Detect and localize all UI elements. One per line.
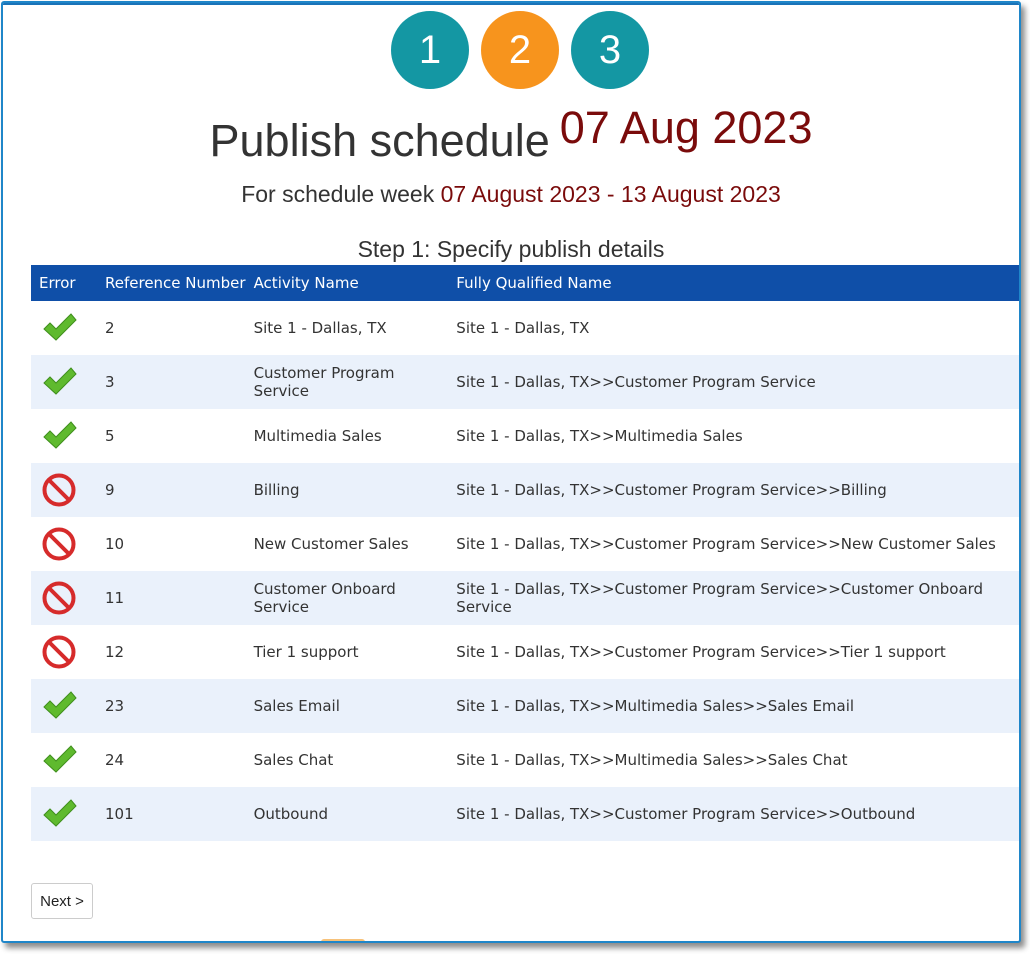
week-range: 07 August 2023 - 13 August 2023 — [440, 181, 781, 207]
check-icon — [41, 688, 97, 724]
no-entry-icon — [41, 526, 97, 562]
scroll-indicator — [321, 939, 365, 941]
activity-name-cell: Multimedia Sales — [253, 427, 382, 445]
table-row[interactable]: 11 Customer Onboard Service Site 1 - Dalla… — [31, 571, 1019, 625]
activity-name-cell: Sales Email — [253, 697, 340, 715]
table-row[interactable]: 5 Multimedia Sales Site 1 - Dallas, TX>>Mu… — [31, 409, 1019, 463]
activity-name-cell: Billing — [253, 481, 300, 499]
check-icon — [41, 364, 97, 400]
table-row[interactable]: 101 Outbound Site 1 - Dallas, TX>>Customer… — [31, 787, 1019, 841]
step-3-circle[interactable]: 3 — [571, 11, 649, 89]
column-header-reference-number[interactable]: Reference Number — [97, 265, 246, 301]
window-top-border — [3, 3, 1019, 5]
check-icon — [41, 742, 97, 778]
activity-name-cell: Sales Chat — [253, 751, 334, 769]
next-button[interactable]: Next > — [31, 883, 93, 919]
reference-number-cell: 10 — [105, 535, 125, 553]
activity-name-cell: Site 1 - Dallas, TX — [253, 319, 387, 337]
reference-number-cell: 12 — [105, 643, 125, 661]
step-indicator: 1 2 3 — [3, 11, 1019, 91]
table-row[interactable]: 9 Billing Site 1 - Dallas, TX>>Customer Pr… — [31, 463, 1019, 517]
publish-details-table: Error Reference Number Activity Name Ful… — [31, 265, 1019, 841]
fully-qualified-name-cell: Site 1 - Dallas, TX>>Multimedia Sales — [456, 427, 743, 445]
check-icon — [41, 418, 97, 454]
column-header-fully-qualified-name[interactable]: Fully Qualified Name — [448, 265, 1019, 301]
fully-qualified-name-cell: Site 1 - Dallas, TX — [456, 319, 590, 337]
activity-name-cell: Outbound — [253, 805, 328, 823]
error-status-cell — [31, 517, 97, 571]
reference-number-cell: 5 — [105, 427, 115, 445]
table-row[interactable]: 12 Tier 1 support Site 1 - Dallas, TX>>Cus… — [31, 625, 1019, 679]
reference-number-cell: 24 — [105, 751, 125, 769]
wizard-window: 1 2 3 Publish schedule 07 Aug 2023 For sc… — [1, 1, 1021, 943]
no-entry-icon — [41, 634, 97, 670]
week-prefix: For schedule week — [241, 181, 435, 207]
fully-qualified-name-cell: Site 1 - Dallas, TX>>Customer Program Se… — [456, 373, 816, 391]
reference-number-cell: 2 — [105, 319, 115, 337]
fully-qualified-name-cell: Site 1 - Dallas, TX>>Multimedia Sales>>S… — [456, 751, 848, 769]
error-status-cell — [31, 409, 97, 463]
step-1-circle[interactable]: 1 — [391, 11, 469, 89]
table-header-row: Error Reference Number Activity Name Ful… — [31, 265, 1019, 301]
publish-date: 07 Aug 2023 — [559, 102, 813, 153]
fully-qualified-name-cell: Site 1 - Dallas, TX>>Customer Program Se… — [456, 481, 887, 499]
error-status-cell — [31, 679, 97, 733]
fully-qualified-name-cell: Site 1 - Dallas, TX>>Customer Program Se… — [456, 805, 916, 823]
error-status-cell — [31, 301, 97, 355]
error-status-cell — [31, 571, 97, 625]
check-icon — [41, 310, 97, 346]
reference-number-cell: 3 — [105, 373, 115, 391]
fully-qualified-name-cell: Site 1 - Dallas, TX>>Customer Program Se… — [456, 535, 996, 553]
table-row[interactable]: 24 Sales Chat Site 1 - Dallas, TX>>Multime… — [31, 733, 1019, 787]
step-2-circle[interactable]: 2 — [481, 11, 559, 89]
fully-qualified-name-cell: Site 1 - Dallas, TX>>Multimedia Sales>>S… — [456, 697, 855, 715]
table-row[interactable]: 2 Site 1 - Dallas, TX Site 1 - Dallas, TX — [31, 301, 1019, 355]
fully-qualified-name-cell: Site 1 - Dallas, TX>>Customer Program Se… — [456, 580, 984, 616]
activity-name-cell: New Customer Sales — [253, 535, 409, 553]
no-entry-icon — [41, 472, 97, 508]
reference-number-cell: 9 — [105, 481, 115, 499]
column-header-error[interactable]: Error — [31, 265, 97, 301]
reference-number-cell: 23 — [105, 697, 125, 715]
activity-name-cell: Customer Program Service — [253, 364, 395, 400]
error-status-cell — [31, 625, 97, 679]
table-row[interactable]: 10 New Customer Sales Site 1 - Dallas, TX>… — [31, 517, 1019, 571]
error-status-cell — [31, 733, 97, 787]
activity-name-cell: Tier 1 support — [253, 643, 359, 661]
check-icon — [41, 796, 97, 832]
schedule-week-line: For schedule week 07 August 2023 - 13 Au… — [3, 181, 1019, 208]
page-title: Publish schedule — [209, 115, 550, 166]
table-row[interactable]: 3 Customer Program Service Site 1 - Dallas… — [31, 355, 1019, 409]
error-status-cell — [31, 355, 97, 409]
reference-number-cell: 101 — [105, 805, 134, 823]
reference-number-cell: 11 — [105, 589, 125, 607]
error-status-cell — [31, 463, 97, 517]
no-entry-icon — [41, 580, 97, 616]
page-heading: Publish schedule 07 Aug 2023 — [3, 102, 1019, 167]
fully-qualified-name-cell: Site 1 - Dallas, TX>>Customer Program Se… — [456, 643, 946, 661]
table-row[interactable]: 23 Sales Email Site 1 - Dallas, TX>>Multim… — [31, 679, 1019, 733]
activity-name-cell: Customer Onboard Service — [253, 580, 396, 616]
column-header-activity-name[interactable]: Activity Name — [246, 265, 449, 301]
error-status-cell — [31, 787, 97, 841]
